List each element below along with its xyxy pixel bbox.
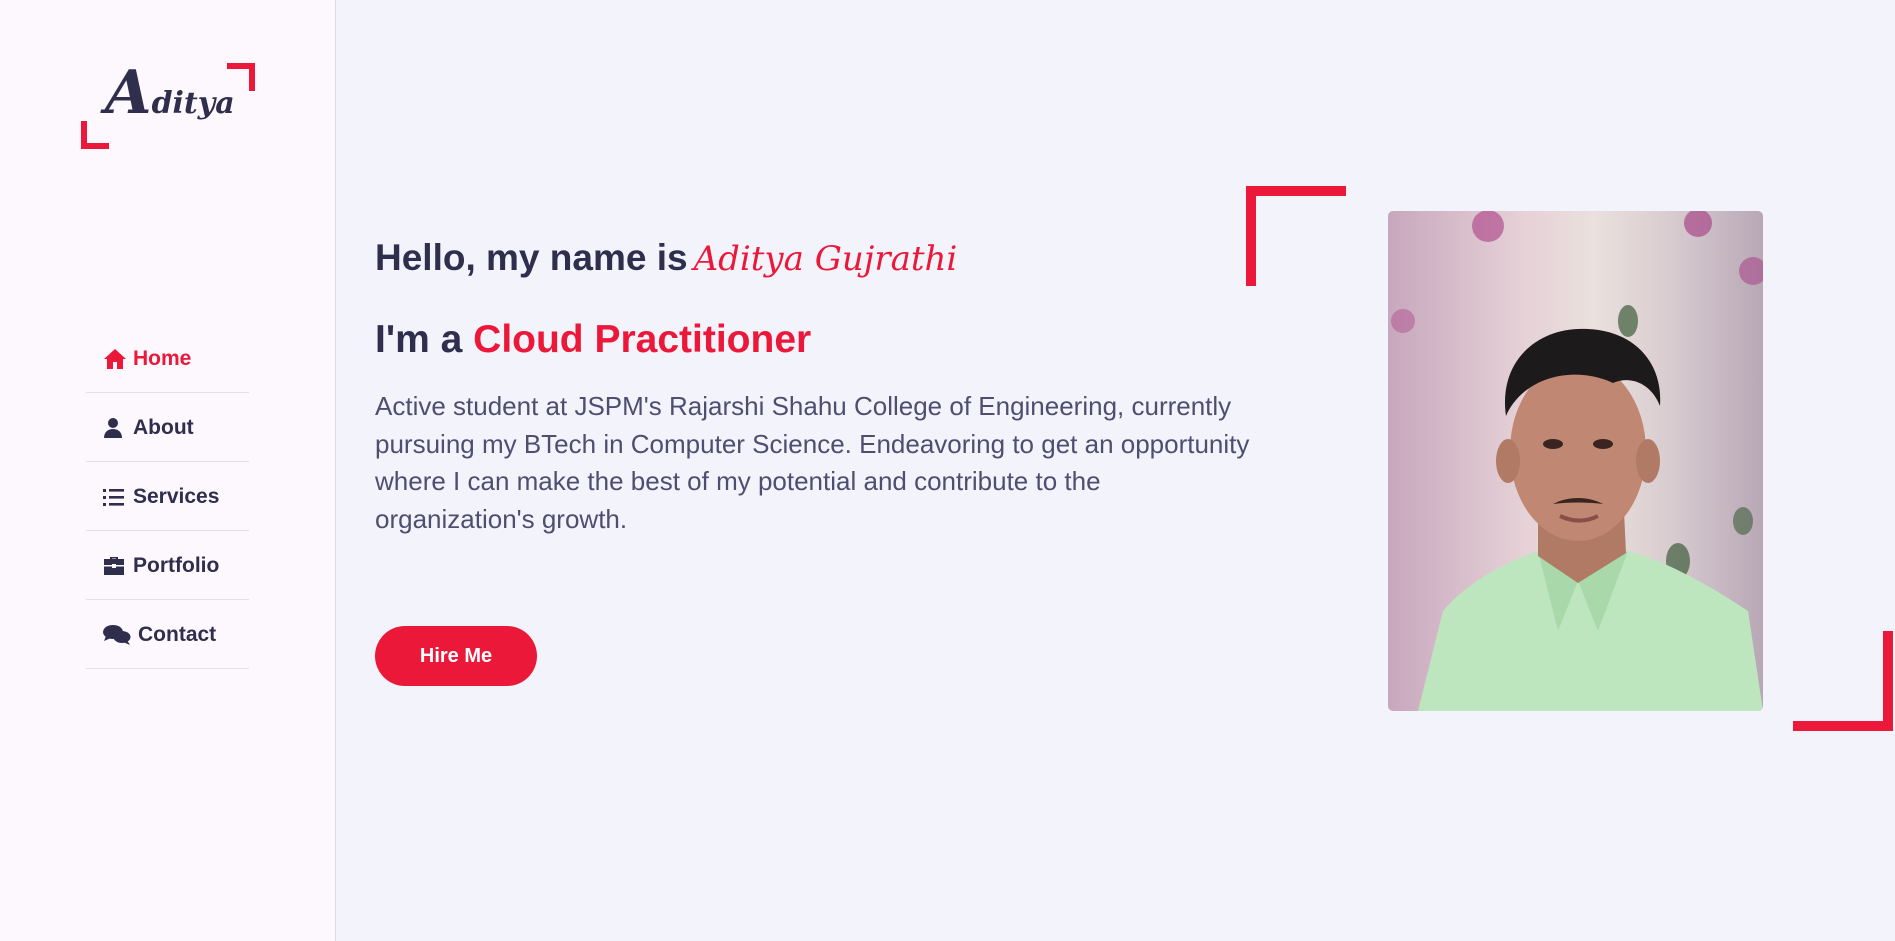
briefcase-icon <box>103 554 133 578</box>
greeting-text: Hello, my name is <box>375 237 688 278</box>
logo-first-letter: A <box>105 58 152 128</box>
nav-label-about: About <box>133 415 194 439</box>
profession-text: Cloud Practitioner <box>473 318 812 361</box>
photo-frame-bottom-right <box>1793 631 1893 731</box>
logo-rest: ditya <box>151 86 235 121</box>
name-text: Aditya Gujrathi <box>693 239 958 279</box>
page: Aditya Home About Services Portfolio Con… <box>0 0 1895 941</box>
bio-paragraph: Active student at JSPM's Rajarshi Shahu … <box>375 391 1250 534</box>
logo[interactable]: Aditya <box>81 63 255 149</box>
profession-prefix: I'm a <box>375 318 463 361</box>
nav-label-home: Home <box>133 346 192 370</box>
nav-item-services[interactable]: Services <box>86 463 249 531</box>
sidebar: Aditya Home About Services Portfolio Con… <box>0 0 336 941</box>
nav-label-services: Services <box>133 484 220 508</box>
user-icon <box>103 416 133 440</box>
nav-item-about[interactable]: About <box>86 394 249 462</box>
list-icon <box>103 485 133 509</box>
nav-item-home[interactable]: Home <box>86 325 249 393</box>
main-nav: Home About Services Portfolio Contact <box>86 325 249 670</box>
hire-me-button[interactable]: Hire Me <box>375 626 537 686</box>
profession-heading: I'm a Cloud Practitioner <box>375 318 811 362</box>
nav-label-portfolio: Portfolio <box>133 553 220 577</box>
nav-item-portfolio[interactable]: Portfolio <box>86 532 249 600</box>
nav-label-contact: Contact <box>138 622 217 646</box>
home-icon <box>103 347 133 371</box>
logo-text: Aditya <box>105 63 235 123</box>
profile-photo <box>1388 211 1763 711</box>
photo-frame-top-left <box>1246 186 1346 286</box>
comments-icon <box>103 623 138 647</box>
nav-item-contact[interactable]: Contact <box>86 601 249 669</box>
greeting-heading: Hello, my name is Aditya Gujrathi <box>375 237 957 279</box>
